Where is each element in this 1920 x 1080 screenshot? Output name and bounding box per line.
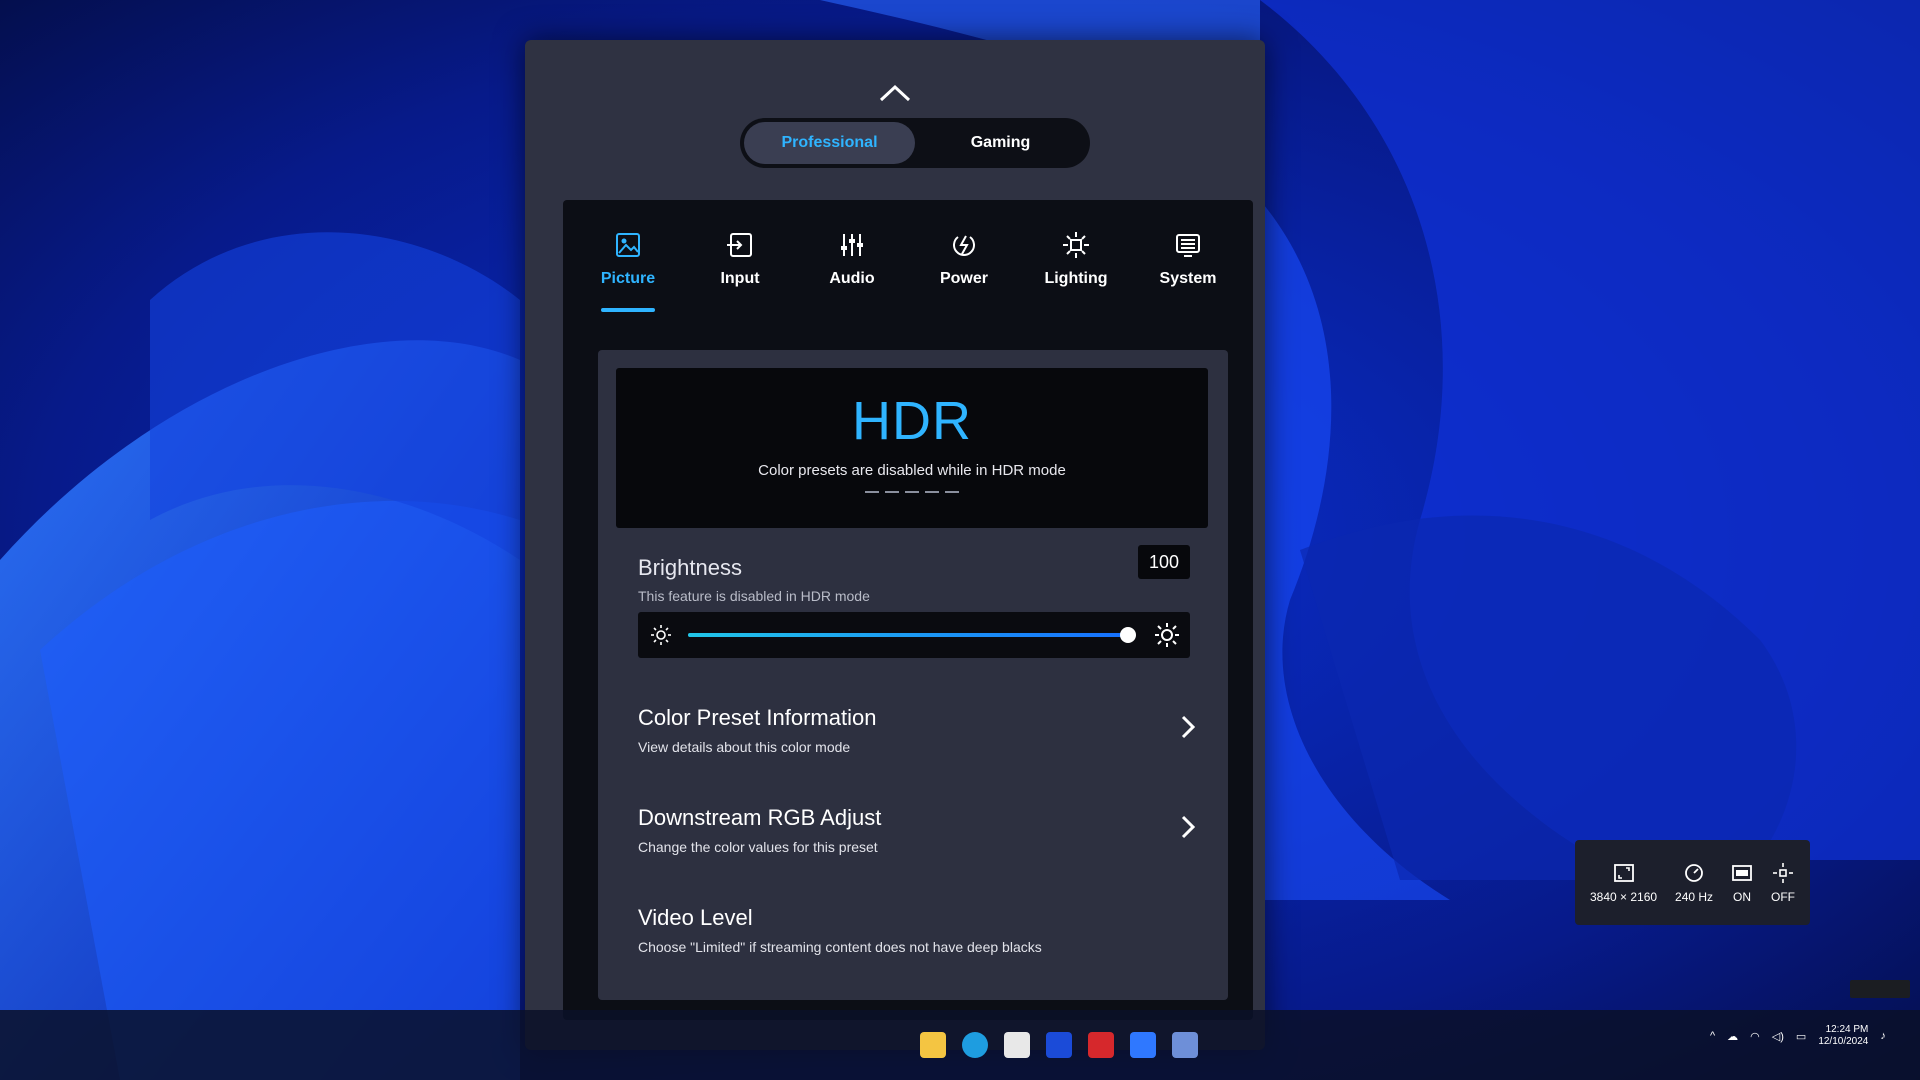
clock-time: 12:24 PM [1825, 1024, 1869, 1035]
menu-item-video-level[interactable]: Video Level Choose "Limited" if streamin… [638, 905, 1198, 975]
hdr-status-value: ON [1733, 889, 1752, 904]
slider-thumb[interactable] [1120, 627, 1136, 643]
tab-label: Audio [829, 270, 875, 287]
taskbar-apps [920, 1032, 1198, 1058]
status-hdr: ON [1731, 862, 1753, 904]
lighting-icon [1773, 862, 1793, 883]
brightness-note: This feature is disabled in HDR mode [638, 588, 870, 604]
monitor-bezel-badge [1850, 980, 1910, 998]
system-icon [1176, 234, 1200, 257]
tab-power[interactable]: Power [919, 230, 1009, 320]
power-icon [953, 235, 975, 256]
tab-picture[interactable]: Picture [583, 230, 673, 320]
status-lighting: OFF [1771, 862, 1795, 904]
chevron-up-icon[interactable]: ^ [1710, 1030, 1715, 1042]
preset-page-indicator [616, 491, 1208, 493]
menu-item-description: Choose "Limited" if streaming content do… [638, 939, 1042, 955]
edge-browser-icon[interactable] [962, 1032, 988, 1058]
tab-label: Input [720, 270, 760, 287]
chevron-right-icon [1181, 715, 1196, 739]
lenovo-app-icon[interactable] [1046, 1032, 1072, 1058]
clock-date: 12/10/2024 [1818, 1036, 1869, 1047]
status-resolution: 3840 × 2160 [1590, 862, 1657, 904]
app-icon[interactable] [1130, 1032, 1156, 1058]
resolution-value: 3840 × 2160 [1589, 889, 1658, 904]
monitor-status-panel: 3840 × 2160 240 Hz ON OFF [1575, 840, 1810, 925]
menu-item-description: View details about this color mode [638, 739, 851, 755]
wifi-icon[interactable]: ◠ [1750, 1030, 1760, 1043]
menu-item-color-preset-information[interactable]: Color Preset Information View details ab… [638, 705, 1198, 775]
hdr-subtitle: Color presets are disabled while in HDR … [758, 462, 1066, 479]
cloud-icon[interactable]: ☁ [1727, 1030, 1738, 1043]
menu-item-title: Downstream RGB Adjust [638, 805, 882, 830]
slider-fill [688, 633, 1128, 637]
store-icon[interactable] [1004, 1032, 1030, 1058]
notification-bell-icon[interactable]: ♪ [1880, 1030, 1886, 1042]
brightness-value: 100 [1138, 545, 1190, 579]
tab-label: Lighting [1044, 270, 1108, 287]
mcafee-icon[interactable] [1088, 1032, 1114, 1058]
battery-icon[interactable]: ▭ [1796, 1030, 1806, 1043]
volume-icon[interactable]: ◁) [1772, 1030, 1784, 1043]
menu-item-downstream-rgb-adjust[interactable]: Downstream RGB Adjust Change the color v… [638, 805, 1198, 875]
hdr-title: HDR [852, 391, 972, 451]
chevron-up-icon [879, 84, 911, 102]
menu-item-title: Video Level [638, 905, 753, 930]
menu-item-description: Change the color values for this preset [638, 839, 878, 855]
picture-icon [616, 233, 640, 257]
windows-taskbar: ^ ☁ ◠ ◁) ▭ 12:24 PM 12/10/2024 ♪ [0, 1010, 1920, 1080]
category-tabs: Picture Input Audio Power Lighting Syste… [583, 230, 1233, 320]
slider-track [688, 627, 1136, 643]
brightness-slider[interactable] [638, 612, 1190, 658]
tab-audio[interactable]: Audio [807, 230, 897, 320]
status-refresh-rate: 240 Hz [1675, 862, 1713, 904]
chevron-right-icon [1181, 815, 1196, 839]
refresh-rate-value: 240 Hz [1675, 889, 1714, 904]
tab-label: System [1159, 270, 1217, 287]
collapse-button[interactable] [870, 75, 920, 111]
lighting-icon [1063, 232, 1089, 258]
system-tray: ^ ☁ ◠ ◁) ▭ 12:24 PM 12/10/2024 ♪ [1710, 1024, 1886, 1048]
mode-gaming-button[interactable]: Gaming [915, 122, 1086, 164]
tab-label: Picture [600, 270, 656, 287]
tab-lighting[interactable]: Lighting [1031, 230, 1121, 320]
active-tab-indicator [601, 308, 655, 312]
speedometer-icon [1685, 863, 1703, 882]
resolution-icon [1613, 863, 1634, 882]
menu-item-title: Color Preset Information [638, 705, 877, 730]
osd-inner-panel: Picture Input Audio Power Lighting Syste… [563, 200, 1253, 1020]
input-icon [727, 233, 752, 257]
tab-label: Power [939, 270, 988, 287]
taskbar-clock[interactable]: 12:24 PM 12/10/2024 [1818, 1024, 1868, 1048]
lighting-status-value: OFF [1771, 889, 1795, 904]
brightness-title: Brightness [638, 555, 742, 580]
tab-input[interactable]: Input [695, 230, 785, 320]
hdr-status-card: HDR Color presets are disabled while in … [616, 368, 1208, 528]
brightness-high-icon [1155, 623, 1179, 647]
monitor-osd-panel: Professional Gaming Picture Input Audio … [525, 40, 1265, 1050]
audio-icon [841, 234, 863, 256]
picture-settings-content: HDR Color presets are disabled while in … [598, 350, 1228, 1000]
brightness-low-icon [651, 625, 671, 645]
mode-toggle: Professional Gaming [740, 118, 1090, 168]
mode-professional-button[interactable]: Professional [744, 122, 915, 164]
hdr-icon [1732, 864, 1752, 881]
tab-system[interactable]: System [1143, 230, 1233, 320]
photos-icon[interactable] [1172, 1032, 1198, 1058]
file-explorer-icon[interactable] [920, 1032, 946, 1058]
